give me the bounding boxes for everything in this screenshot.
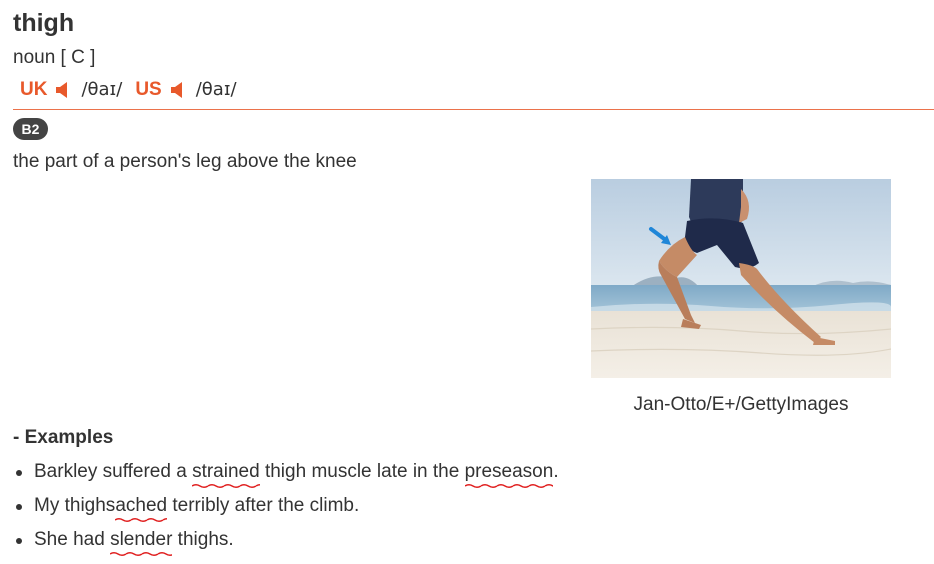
region-label-uk: UK (20, 79, 48, 100)
ipa-us: /θaɪ/ (195, 79, 237, 100)
speaker-icon-glyph (170, 82, 182, 98)
pronunciation-row: UK /θaɪ/ US /θaɪ/ (20, 77, 250, 103)
section-divider (13, 109, 934, 110)
example-text: terribly after the climb. (167, 495, 360, 516)
example-text: thigh muscle late in the (259, 461, 465, 482)
example-text: thighs. (172, 529, 234, 550)
examples-list: Barkley suffered a strained thigh muscle… (13, 458, 559, 560)
spellcheck-flagged-word: ached (115, 492, 168, 523)
speaker-icon-glyph (56, 82, 68, 98)
example-text: Barkley suffered a (34, 461, 193, 482)
example-sentence: She had slender thighs. (13, 526, 559, 560)
headword: thigh (13, 9, 75, 37)
speaker-icon[interactable] (54, 81, 72, 99)
photo-credit: Jan-Otto/E+/GettyImages (633, 394, 849, 415)
region-label-us: US (135, 79, 162, 100)
dictionary-entry: thigh noun [ C ] UK /θaɪ/ US /θaɪ/ B2 th… (0, 0, 934, 564)
example-text: She had (34, 529, 111, 550)
spellcheck-flagged-word: strained (192, 458, 260, 489)
level-badge: B2 (13, 118, 48, 140)
spellcheck-flagged-word: preseason (464, 458, 554, 489)
illustration-photo (591, 179, 891, 378)
example-text: My thighs (34, 495, 116, 516)
example-text: . (553, 461, 559, 482)
speaker-icon[interactable] (169, 81, 187, 99)
definition-text: the part of a person's leg above the kne… (13, 151, 357, 172)
spellcheck-flagged-word: slender (110, 526, 173, 557)
part-of-speech: noun [ C ] (13, 47, 96, 68)
example-sentence: Barkley suffered a strained thigh muscle… (13, 458, 559, 492)
ipa-uk: /θaɪ/ (81, 79, 123, 100)
example-sentence: My thighs ached terribly after the climb… (13, 492, 559, 526)
examples-heading[interactable]: - Examples (13, 426, 113, 450)
